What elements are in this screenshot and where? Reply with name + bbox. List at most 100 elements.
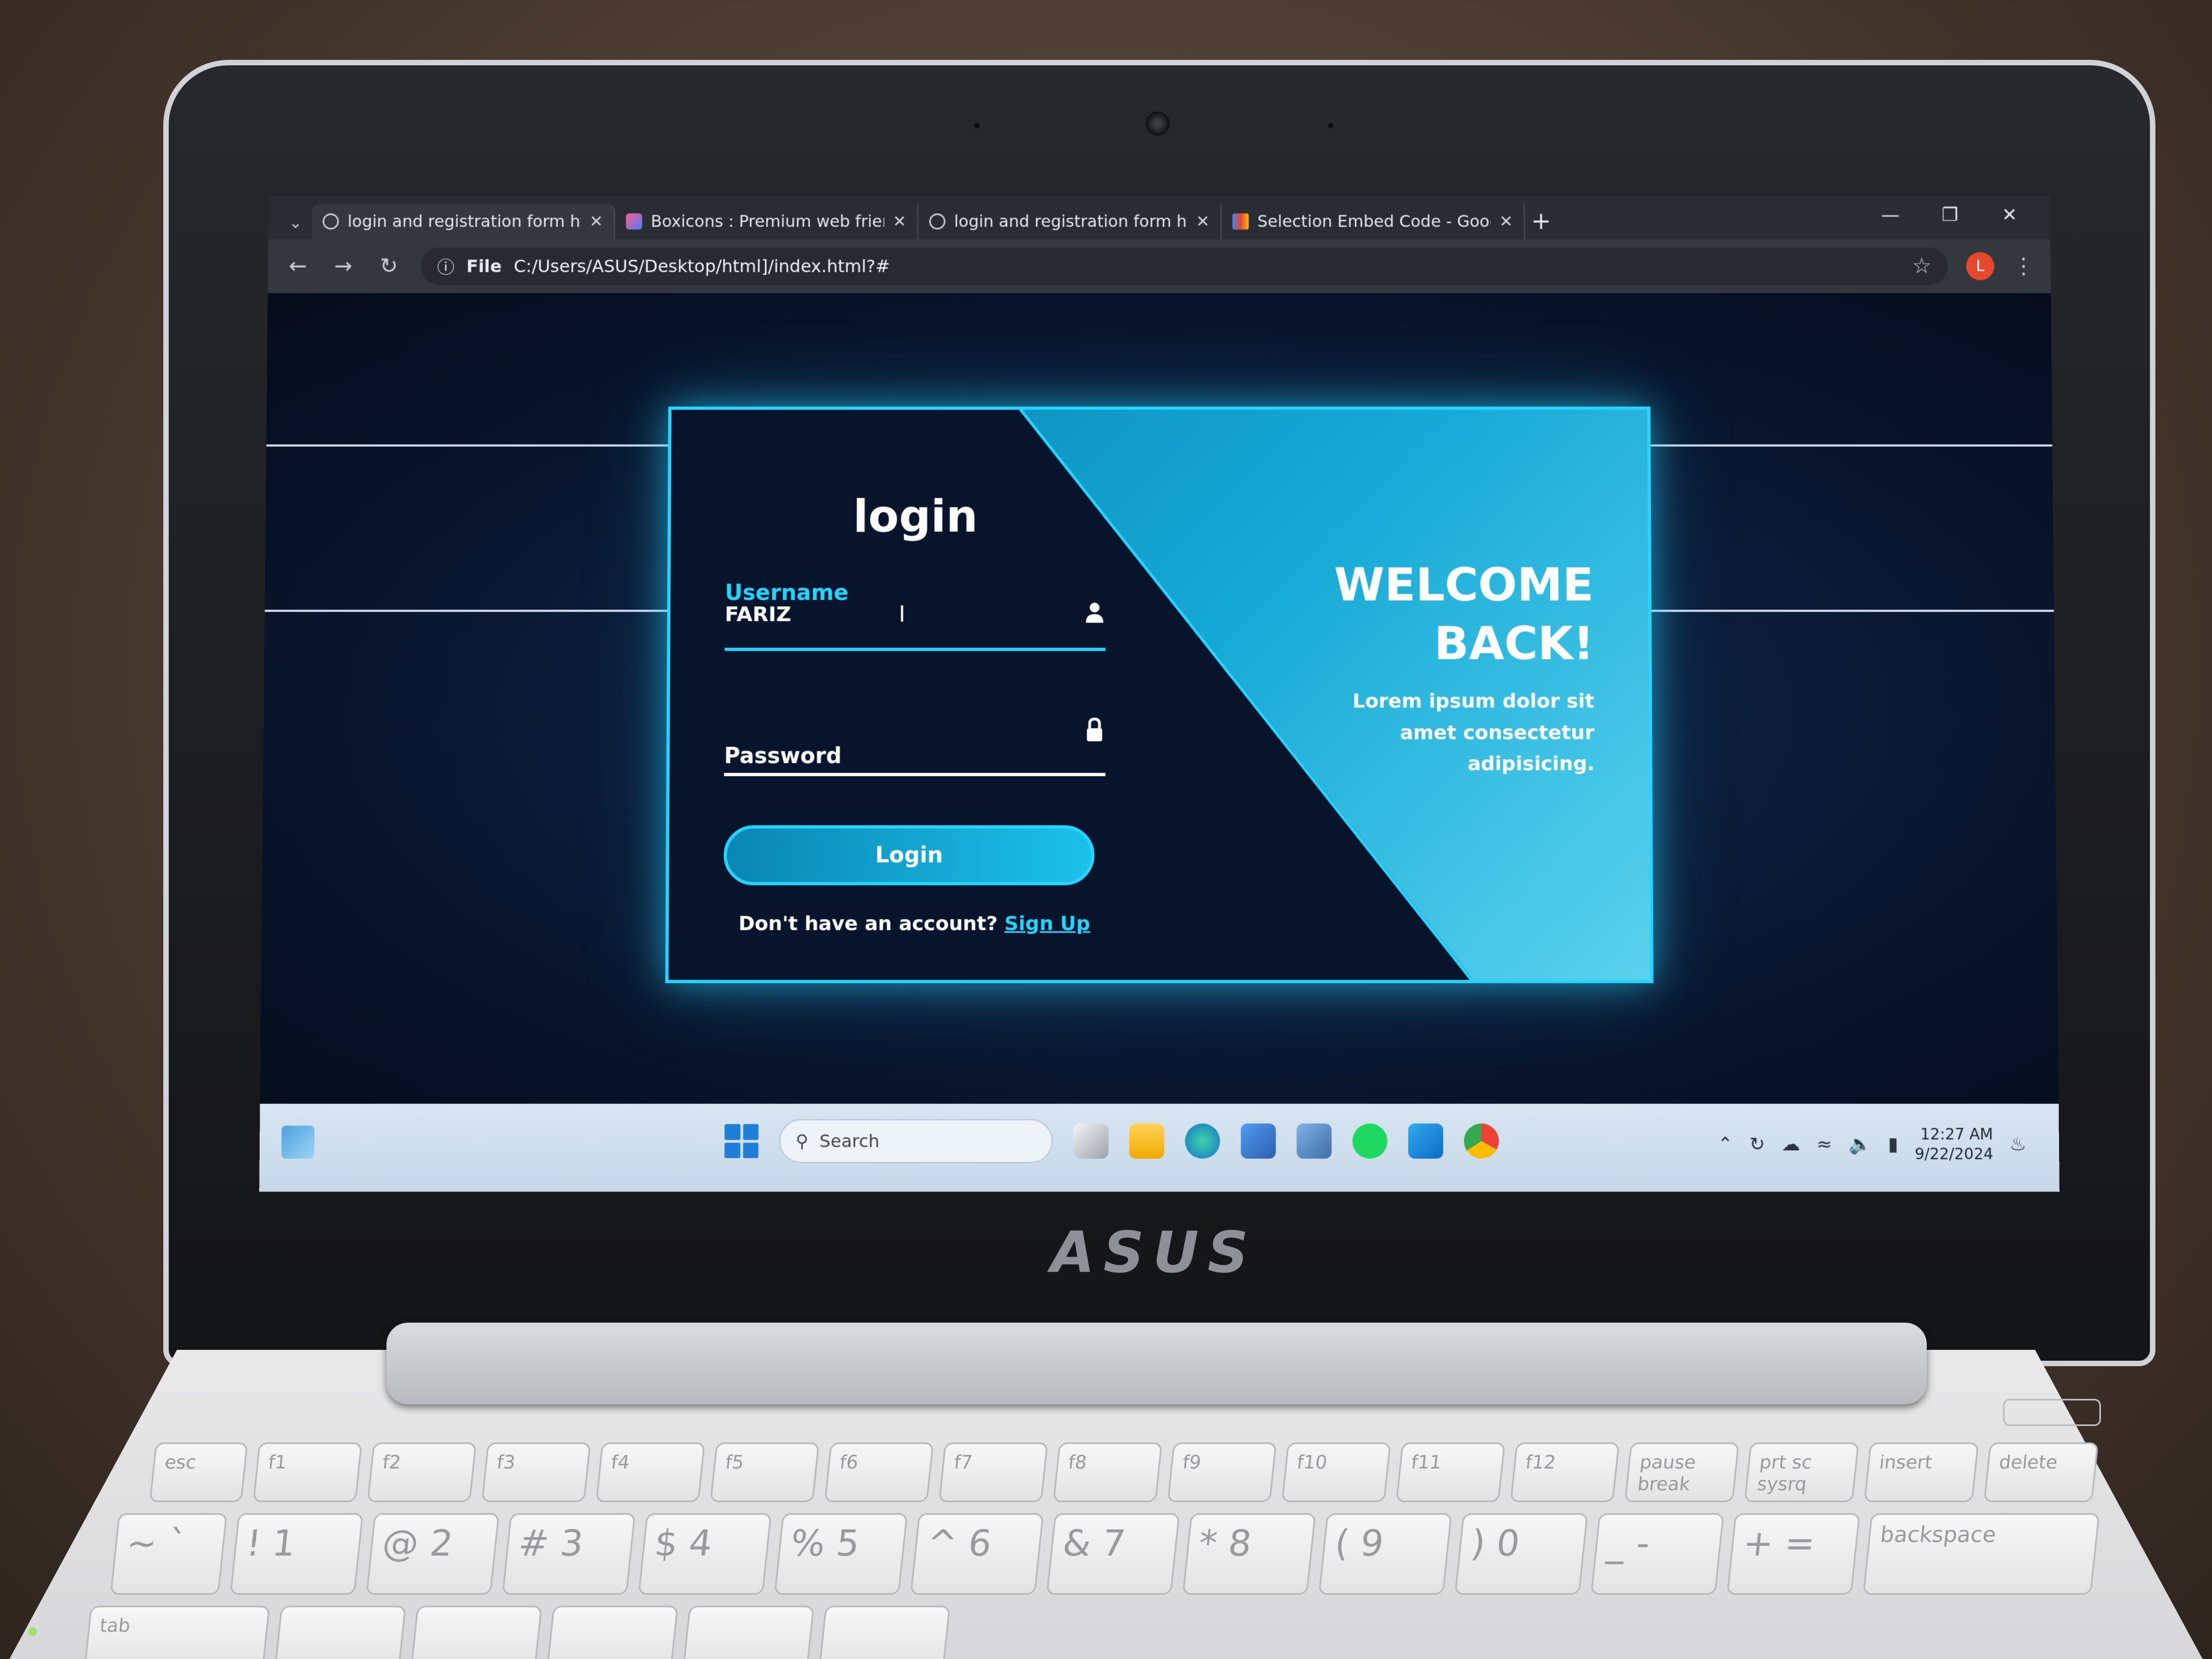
key-delete[interactable]: delete [1983,1442,2099,1502]
windows-start-icon[interactable] [724,1124,759,1158]
google-fonts-icon [1232,213,1249,230]
file-explorer-icon[interactable] [1129,1123,1165,1159]
url-text[interactable]: C:/Users/ASUS/Desktop/html]/index.html?# [514,256,1900,276]
close-window-icon[interactable]: ✕ [1980,196,2039,234]
cloud-icon[interactable]: ☁ [1781,1134,1800,1156]
key-f4[interactable]: f4 [595,1442,705,1502]
browser-tab-1[interactable]: login and registration form htm ✕ [311,204,616,239]
minimize-icon[interactable]: — [1860,196,1920,234]
screen: ⌄ login and registration form htm ✕ Boxi… [259,196,2060,1192]
volume-icon[interactable]: 🔈 [1848,1134,1872,1156]
key-r[interactable] [682,1606,815,1659]
password-field[interactable]: Password [724,710,1105,777]
tab-title: login and registration form htm [347,212,581,231]
laptop-hinge [386,1323,1927,1404]
taskbar-search[interactable]: ⚲ Search [779,1119,1053,1163]
asus-logo: ASUS [1050,1219,1257,1286]
power-button[interactable] [2003,1399,2101,1426]
key-f7[interactable]: f7 [938,1442,1048,1502]
new-tab-button[interactable]: + [1525,204,1557,239]
key-4[interactable]: $ 4 [638,1513,772,1595]
restore-icon[interactable]: ❐ [1920,196,1980,234]
username-field[interactable]: Username FARIZ I [724,580,1106,652]
key-w[interactable] [410,1606,543,1659]
key-3[interactable]: # 3 [502,1513,636,1595]
reload-icon[interactable]: ↻ [375,254,402,279]
key-f12[interactable]: f12 [1510,1442,1620,1502]
back-arrow-icon[interactable]: ← [284,254,311,279]
login-heading: login [853,491,978,543]
username-input[interactable]: FARIZ [725,602,791,626]
key-f5[interactable]: f5 [710,1442,820,1502]
microsoft-store-icon[interactable] [1240,1123,1276,1159]
key-prtsc-sysrq[interactable]: prt sc sysrq [1744,1442,1859,1502]
info-icon[interactable]: ⓘ [437,254,454,279]
key-f3[interactable]: f3 [481,1442,591,1502]
key-f6[interactable]: f6 [824,1442,934,1502]
key-e[interactable] [546,1606,679,1659]
browser-tab-4[interactable]: Selection Embed Code - Googl ✕ [1221,204,1525,239]
edge-browser-icon[interactable] [1185,1123,1220,1159]
clock[interactable]: 12:27 AM 9/22/2024 [1914,1125,1994,1164]
close-tab-icon[interactable]: ✕ [1196,212,1210,231]
key-f8[interactable]: f8 [1053,1442,1163,1502]
browser-tab-3[interactable]: login and registration form htm ✕ [918,204,1222,239]
key-6[interactable]: ^ 6 [910,1513,1044,1595]
key-backspace[interactable]: backspace [1863,1513,2100,1595]
chevron-up-icon[interactable]: ⌃ [1717,1134,1733,1156]
search-placeholder: Search [819,1130,880,1152]
profile-avatar[interactable]: L [1966,252,1995,280]
key-1[interactable]: ! 1 [230,1513,364,1595]
key-t[interactable] [818,1606,951,1659]
close-tab-icon[interactable]: ✕ [1500,212,1513,231]
widgets-icon[interactable] [281,1126,315,1159]
key-insert[interactable]: insert [1864,1442,1979,1502]
browser-menu-icon[interactable]: ⋮ [2013,254,2035,279]
key-minus[interactable]: _ - [1590,1513,1724,1595]
taskbar-center: ⚲ Search [724,1119,1500,1163]
key-2[interactable]: @ 2 [366,1513,500,1595]
chrome-icon[interactable] [1464,1123,1500,1159]
text-cursor-icon: I [899,602,906,628]
forward-arrow-icon[interactable]: → [330,254,357,279]
signup-link[interactable]: Sign Up [1004,913,1090,935]
key-pause-break[interactable]: pause break [1624,1442,1740,1502]
address-bar[interactable]: ⓘ File C:/Users/ASUS/Desktop/html]/index… [420,247,1948,285]
lock-icon [1086,717,1102,741]
key-0[interactable]: ) 0 [1454,1513,1588,1595]
close-tab-icon[interactable]: ✕ [589,212,603,231]
vscode-icon[interactable] [1408,1123,1443,1159]
welcome-title-line1: WELCOME [1334,558,1594,612]
status-led [28,1627,37,1636]
bookmark-star-icon[interactable]: ☆ [1912,254,1932,279]
battery-icon[interactable]: ▮ [1888,1134,1898,1156]
key-esc[interactable]: esc [149,1442,248,1502]
spotify-icon[interactable] [1352,1123,1388,1159]
app-window-icon[interactable] [1297,1123,1332,1159]
key-f2[interactable]: f2 [367,1442,477,1502]
key-f11[interactable]: f11 [1396,1442,1506,1502]
tab-title: login and registration form htm [954,212,1188,231]
key-9[interactable]: ( 9 [1318,1513,1452,1595]
login-button[interactable]: Login [723,825,1095,886]
web-page: login Username FARIZ I Password Login Do… [260,293,2059,1104]
wifi-icon[interactable]: ≈ [1816,1134,1832,1156]
close-tab-icon[interactable]: ✕ [893,212,906,231]
key-f9[interactable]: f9 [1167,1442,1277,1502]
tab-search-icon[interactable]: ⌄ [279,207,312,239]
notification-bell-icon[interactable]: ♨ [2010,1134,2026,1156]
key-f1[interactable]: f1 [253,1442,362,1502]
tab-title: Boxicons : Premium web friendl [650,212,884,231]
key-equals[interactable]: + = [1726,1513,1860,1595]
task-view-icon[interactable] [1073,1123,1109,1159]
signup-prompt: Don't have an account? Sign Up [723,913,1105,935]
key-5[interactable]: % 5 [774,1513,908,1595]
sync-icon[interactable]: ↻ [1749,1134,1765,1156]
key-7[interactable]: & 7 [1046,1513,1180,1595]
browser-tab-2[interactable]: Boxicons : Premium web friendl ✕ [615,204,919,239]
key-tab[interactable]: tab [83,1606,271,1659]
key-8[interactable]: * 8 [1182,1513,1316,1595]
key-backtick[interactable]: ~ ` [110,1513,228,1595]
key-q[interactable] [274,1606,407,1659]
key-f10[interactable]: f10 [1281,1442,1391,1502]
